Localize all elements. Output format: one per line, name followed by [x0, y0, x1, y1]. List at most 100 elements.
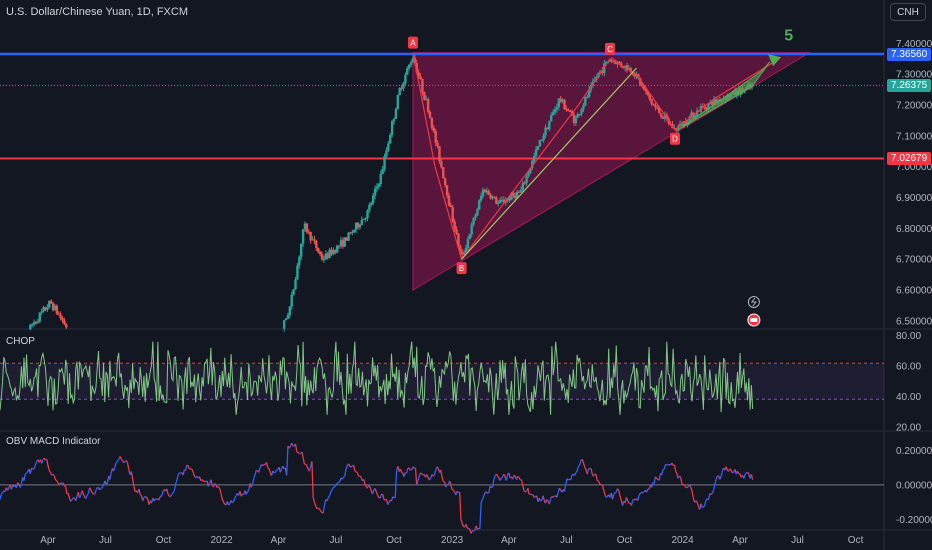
candle	[317, 248, 320, 252]
candle	[451, 207, 454, 222]
candle	[385, 150, 388, 157]
chop-tick-label: 20.00	[896, 422, 921, 433]
time-tick-label: 2024	[671, 535, 694, 546]
candle	[373, 188, 377, 196]
candle	[309, 231, 312, 241]
candle	[447, 195, 451, 206]
time-tick-label: Apr	[732, 535, 748, 546]
price-tick-label: 7.10000	[896, 131, 932, 142]
candle	[375, 186, 379, 189]
earnings-icon[interactable]	[747, 313, 761, 327]
candle	[476, 209, 479, 216]
time-tick-label: Jul	[99, 535, 112, 546]
candle	[512, 193, 515, 196]
candle	[618, 61, 621, 64]
obv-tick-label: 0.20000	[896, 446, 932, 457]
candle	[553, 109, 557, 113]
candle	[292, 289, 295, 295]
candle	[392, 118, 396, 122]
candle	[407, 64, 411, 69]
point-label-c[interactable]: C	[604, 42, 615, 55]
candle	[347, 232, 350, 241]
candle	[38, 312, 41, 322]
candle	[580, 109, 583, 114]
candle	[404, 74, 407, 84]
point-label-b[interactable]: B	[456, 262, 467, 275]
candle	[555, 107, 559, 110]
candle	[426, 99, 430, 112]
candle	[57, 313, 60, 315]
candle	[440, 161, 443, 168]
price-tick-label: 6.90000	[896, 193, 932, 204]
candle	[364, 218, 367, 220]
candle	[398, 87, 401, 96]
candle	[419, 76, 422, 80]
chart-title: U.S. Dollar/Chinese Yuan, 1D, FXCM	[6, 6, 188, 18]
candle	[521, 182, 525, 191]
chop-tick-label: 60.00	[896, 362, 921, 373]
candle	[294, 279, 297, 290]
time-tick-label: Jul	[560, 535, 573, 546]
obv-macd-series	[0, 442, 754, 534]
candle	[31, 324, 34, 326]
svg-text:C: C	[607, 45, 613, 54]
candle	[394, 108, 398, 119]
candle	[366, 210, 369, 219]
candle	[519, 190, 523, 192]
candle	[550, 115, 553, 122]
candle	[390, 121, 394, 135]
candle	[320, 253, 324, 260]
candle	[582, 105, 585, 110]
time-tick-label: Jul	[791, 535, 804, 546]
candle	[442, 167, 445, 179]
price-tick-label: 6.50000	[896, 316, 932, 327]
point-label-d[interactable]: D	[669, 132, 680, 145]
time-tick-label: Oct	[156, 535, 172, 546]
candle	[63, 320, 66, 325]
candle	[563, 99, 566, 109]
candle	[305, 223, 309, 232]
candle	[59, 314, 62, 319]
candle	[288, 306, 292, 316]
candle	[55, 305, 59, 314]
last-price-tag: 7.26375	[887, 78, 932, 92]
time-tick-label: Apr	[501, 535, 517, 546]
price-tick-label: 6.70000	[896, 255, 932, 266]
candle	[381, 168, 384, 175]
candle	[46, 307, 49, 310]
candle	[534, 149, 538, 156]
price-tick-label: 7.20000	[896, 101, 932, 112]
candle	[290, 294, 293, 307]
point-label-a[interactable]: A	[407, 36, 418, 49]
candle	[296, 265, 299, 280]
candle	[396, 95, 399, 109]
candle	[371, 195, 375, 204]
time-tick-label: Oct	[617, 535, 633, 546]
candle	[487, 190, 490, 195]
support-price-tag: 7.02679	[887, 151, 932, 165]
candle	[495, 197, 498, 204]
obv-tick-label: 0.00000	[896, 480, 932, 491]
candle	[536, 146, 540, 150]
currency-selector[interactable]: CNH	[890, 3, 926, 21]
candle	[584, 96, 587, 106]
candle	[532, 155, 536, 161]
candle	[445, 185, 449, 196]
candle	[353, 229, 356, 233]
svg-text:B: B	[459, 264, 464, 273]
lightning-icon[interactable]	[747, 296, 760, 308]
candle	[383, 156, 386, 169]
svg-text:D: D	[672, 135, 678, 144]
candle	[527, 172, 530, 177]
candle	[379, 174, 382, 185]
candle	[282, 320, 286, 329]
candle	[574, 117, 578, 123]
candle	[315, 240, 318, 249]
candle	[434, 131, 437, 143]
candle	[479, 195, 483, 201]
candle	[474, 215, 477, 218]
candle	[360, 220, 364, 225]
chart-canvas[interactable]: 5ABCD7.400007.300007.200007.100007.00000…	[0, 0, 932, 550]
candle	[472, 217, 475, 225]
candle	[377, 184, 381, 187]
